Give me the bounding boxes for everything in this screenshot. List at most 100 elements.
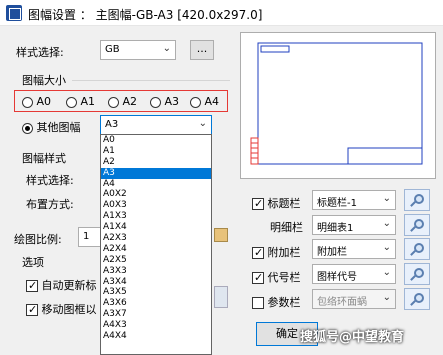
title-block-value: 标题栏-1 — [317, 198, 357, 209]
radio-a0-label: A0 — [36, 95, 52, 108]
checkbox-icon — [252, 246, 264, 259]
chevron-down-icon: ⌄ — [198, 118, 207, 129]
dropdown-option[interactable]: A1X3 — [101, 211, 211, 222]
scale-input[interactable]: 1 — [78, 227, 102, 247]
checkbox-icon — [252, 197, 264, 210]
code-select[interactable]: 图样代号 ⌄ — [312, 264, 396, 284]
checkbox-icon — [26, 303, 38, 316]
radio-a1-label: A1 — [80, 95, 96, 108]
dropdown-option[interactable]: A1X4 — [101, 222, 211, 233]
detail-label: 明细栏 — [270, 221, 303, 234]
frame-style-label: 样式选择: — [26, 174, 74, 187]
dropdown-option[interactable]: A4X3 — [101, 320, 211, 331]
param-select[interactable]: 包络环面蜗 ⌄ — [312, 289, 396, 309]
magnifier-handle — [410, 300, 416, 306]
move-frame-checkbox[interactable]: 移动图框以 — [26, 301, 97, 317]
code-value: 图样代号 — [317, 272, 357, 283]
app-icon — [6, 5, 22, 21]
dropdown-option[interactable]: A4X4 — [101, 331, 211, 342]
extra-value: 附加栏 — [317, 247, 347, 258]
radio-a2-label: A2 — [122, 95, 138, 108]
title-block-select[interactable]: 标题栏-1 ⌄ — [312, 190, 396, 210]
detail-select[interactable]: 明细表1 ⌄ — [312, 215, 396, 235]
extra-magnifier-button[interactable] — [404, 238, 430, 260]
detail-value: 明细表1 — [317, 223, 354, 234]
dropdown-option[interactable]: A2X5 — [101, 255, 211, 266]
dropdown-option[interactable]: A4 — [101, 179, 211, 190]
radio-other[interactable]: 其他图幅 — [22, 119, 81, 135]
param-label: 参数栏 — [267, 296, 301, 309]
code-checkbox[interactable]: 代号栏 — [252, 269, 301, 285]
magnifier-handle — [410, 226, 416, 232]
dropdown-option[interactable]: A3X4 — [101, 277, 211, 288]
frame-style-title: 图幅样式 — [22, 152, 66, 165]
title-bar: 图幅设置 ： 主图幅-GB-A3 [420.0x297.0] — [0, 0, 443, 26]
magnifier-handle — [410, 250, 416, 256]
magnifier-handle — [410, 201, 416, 207]
code-label: 代号栏 — [267, 271, 301, 284]
size-dropdown-list[interactable]: A0 A1 A2 A3 A4 A0X2 A0X3 A1X3 A1X4 A2X3 A2X4 A2X5 A3… — [100, 134, 212, 355]
radio-icon — [190, 96, 201, 108]
radio-a3-label: A3 — [164, 95, 180, 108]
watermark-text: 搜狐号@中望教育 — [300, 330, 405, 345]
chevron-down-icon: ⌄ — [382, 242, 391, 253]
dropdown-option[interactable]: A3 — [101, 167, 211, 179]
checkbox-icon — [26, 279, 38, 292]
ruler-icon[interactable] — [214, 228, 228, 242]
extra-select[interactable]: 附加栏 ⌄ — [312, 239, 396, 259]
extra-label: 附加栏 — [267, 246, 301, 259]
radio-icon — [150, 96, 161, 108]
radio-a3[interactable]: A3 — [150, 95, 179, 108]
style-select-value: GB — [105, 44, 120, 55]
preview-title-block — [347, 147, 423, 165]
dropdown-option[interactable]: A0X3 — [101, 200, 211, 211]
preview-border — [257, 42, 423, 165]
radio-a2[interactable]: A2 — [108, 95, 137, 108]
options-title: 选项 — [22, 256, 44, 269]
radio-a4-label: A4 — [204, 95, 220, 108]
dropdown-option[interactable]: A3X7 — [101, 309, 211, 320]
dropdown-option[interactable]: A3X6 — [101, 298, 211, 309]
extra-checkbox[interactable]: 附加栏 — [252, 244, 301, 260]
chevron-down-icon: ⌄ — [382, 218, 391, 229]
scale-value: 1 — [83, 231, 90, 242]
param-checkbox[interactable]: 参数栏 — [252, 294, 301, 310]
chevron-down-icon: ⌄ — [382, 193, 391, 204]
radio-icon — [108, 96, 119, 108]
code-magnifier-button[interactable] — [404, 263, 430, 285]
title-block-magnifier-button[interactable] — [404, 189, 430, 211]
checkbox-icon — [252, 271, 264, 284]
move-frame-label: 移动图框以 — [41, 303, 97, 316]
other-size-value: A3 — [105, 119, 119, 130]
radio-icon — [22, 96, 33, 108]
radio-a1[interactable]: A1 — [66, 95, 95, 108]
auto-update-label: 自动更新标 — [41, 279, 97, 292]
title-block-checkbox[interactable]: 标题栏 — [252, 195, 301, 211]
radio-icon — [66, 96, 77, 108]
layout-label: 布置方式: — [26, 198, 74, 211]
radio-a4[interactable]: A4 — [190, 95, 219, 108]
dropdown-option[interactable]: A2 — [101, 157, 211, 168]
dropdown-option[interactable]: A2X3 — [101, 233, 211, 244]
auto-update-checkbox[interactable]: 自动更新标 — [26, 277, 97, 293]
dropdown-option[interactable]: A0 — [101, 135, 211, 146]
param-magnifier-button[interactable] — [404, 288, 430, 310]
dropdown-option[interactable]: A3X5 — [101, 287, 211, 298]
chevron-down-icon: ⌄ — [162, 43, 171, 54]
other-size-select[interactable]: A3 ⌄ — [100, 115, 212, 135]
detail-magnifier-button[interactable] — [404, 214, 430, 236]
title-block-label: 标题栏 — [267, 197, 301, 210]
size-group-title: 图幅大小 — [22, 74, 66, 87]
dropdown-option[interactable]: A3X3 — [101, 266, 211, 277]
radio-a0[interactable]: A0 — [22, 95, 51, 108]
dropdown-option[interactable]: A1 — [101, 146, 211, 157]
frame-preview — [240, 32, 436, 179]
preview-drawing — [250, 42, 423, 165]
more-button[interactable]: ... — [190, 40, 214, 60]
dropdown-option[interactable]: A0X2 — [101, 189, 211, 200]
style-select[interactable]: GB ⌄ — [100, 40, 176, 60]
chevron-down-icon: ⌄ — [382, 267, 391, 278]
side-button[interactable] — [214, 286, 228, 308]
magnifier-handle — [410, 275, 416, 281]
dropdown-option[interactable]: A2X4 — [101, 244, 211, 255]
